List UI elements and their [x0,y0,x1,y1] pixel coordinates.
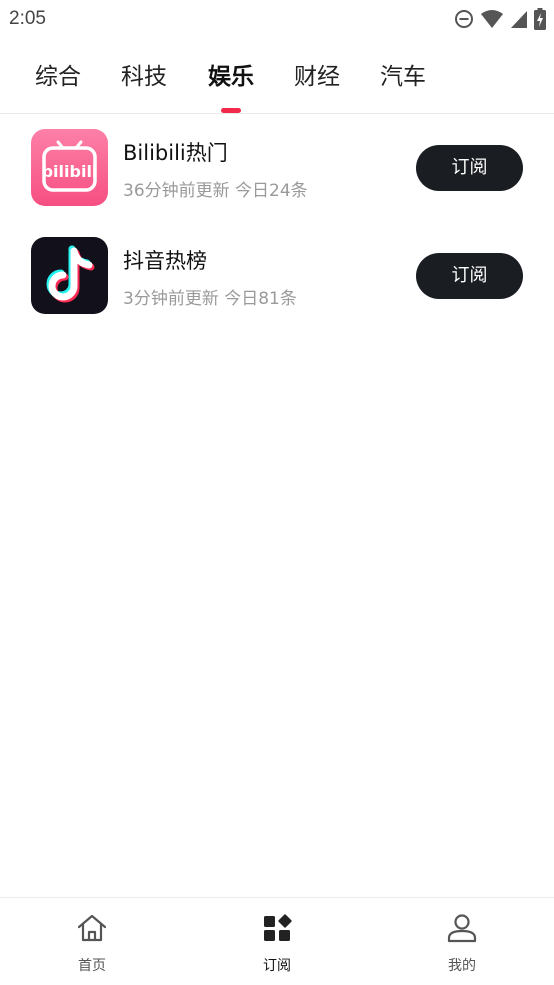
tab-zonghe[interactable]: 综合 [28,57,88,97]
battery-charging-icon [534,8,546,30]
cellular-signal-icon [511,11,527,28]
nav-me[interactable]: 我的 [402,898,522,985]
tiktok-logo-icon [31,237,108,314]
wifi-icon [481,10,503,28]
bottom-nav: 首页 订阅 我的 [0,897,554,985]
bilibili-logo-text: bilibili [42,162,98,181]
active-tab-indicator [221,108,241,113]
nav-subscribe-label: 订阅 [263,958,291,974]
feed-title: 抖音热榜 [123,249,207,273]
nav-home-label: 首页 [78,958,106,974]
tab-qiche[interactable]: 汽车 [373,57,433,97]
feed-title: Bilibili热门 [123,141,228,165]
tab-caijing[interactable]: 财经 [287,57,347,97]
category-tabs: 综合 科技 娱乐 财经 汽车 [0,38,554,114]
subscribe-button[interactable]: 订阅 [416,145,523,191]
screen: 2:05 综合 科技 娱乐 财经 汽车 bilibili Bilibili热门 … [0,0,554,985]
nav-subscribe[interactable]: 订阅 [217,898,337,985]
grid-icon [264,914,292,941]
feed-meta: 36分钟前更新 今日24条 [123,181,308,201]
list-item[interactable]: bilibili Bilibili热门 36分钟前更新 今日24条 订阅 [0,115,554,211]
home-icon [77,914,107,942]
status-bar: 2:05 [0,0,554,38]
tab-keji[interactable]: 科技 [114,57,174,97]
nav-me-label: 我的 [448,958,476,974]
feed-meta: 3分钟前更新 今日81条 [123,289,297,309]
do-not-disturb-icon [455,10,473,28]
subscribe-button[interactable]: 订阅 [416,253,523,299]
bilibili-logo-icon: bilibili [31,129,108,206]
tab-yule[interactable]: 娱乐 [201,57,261,97]
status-time: 2:05 [9,8,46,29]
status-icons [454,8,546,30]
list-item[interactable]: 抖音热榜 3分钟前更新 今日81条 订阅 [0,223,554,319]
nav-home[interactable]: 首页 [32,898,152,985]
user-icon [447,914,477,943]
